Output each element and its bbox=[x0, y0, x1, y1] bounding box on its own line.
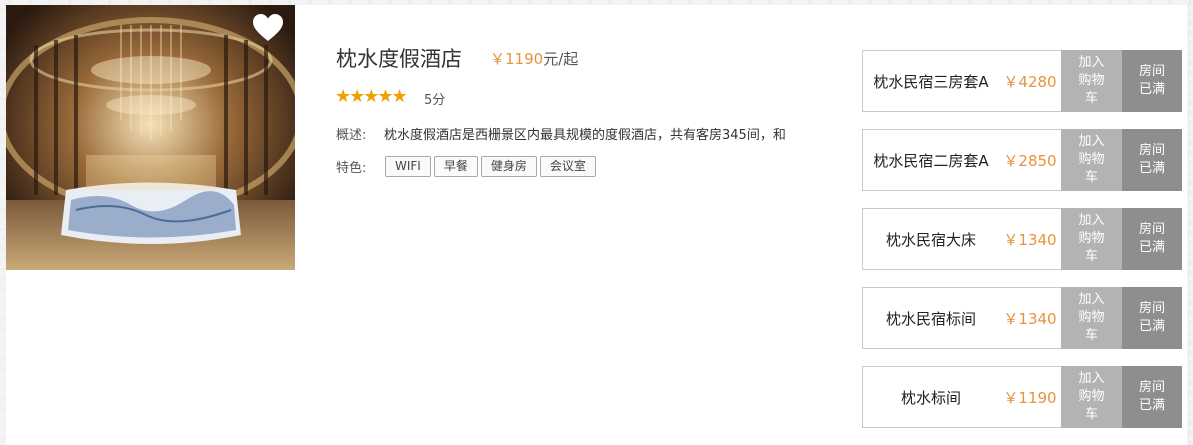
room-full-label: 房间已满 bbox=[1138, 64, 1165, 97]
room-name: 枕水标间 bbox=[900, 388, 961, 407]
add-to-cart-label: 加入购物车 bbox=[1078, 55, 1105, 106]
room-row: 枕水标间 ￥1190 加入购物车 房间已满 bbox=[862, 366, 1182, 428]
star-rating: ★★★★★ bbox=[335, 86, 408, 107]
room-price: ￥2850 bbox=[1003, 151, 1057, 170]
hotel-price: ￥1190元/起 bbox=[490, 48, 578, 69]
feature-tags: WIFI 早餐 健身房 会议室 bbox=[385, 156, 596, 177]
add-to-cart-label: 加入购物车 bbox=[1078, 292, 1105, 343]
feature-tag-wifi: WIFI bbox=[385, 156, 431, 177]
feature-tag-gym: 健身房 bbox=[480, 156, 537, 177]
hotel-photo[interactable] bbox=[6, 5, 295, 270]
hotel-price-unit: 元/起 bbox=[543, 50, 579, 68]
add-to-cart-button[interactable]: 加入购物车 bbox=[1061, 366, 1122, 428]
room-full-label: 房间已满 bbox=[1138, 301, 1165, 334]
room-full-badge: 房间已满 bbox=[1122, 129, 1182, 191]
add-to-cart-button[interactable]: 加入购物车 bbox=[1061, 287, 1122, 349]
description-label: 概述: bbox=[336, 128, 367, 143]
room-full-badge: 房间已满 bbox=[1122, 50, 1182, 112]
features-label: 特色: bbox=[336, 161, 367, 176]
hotel-card: 枕水度假酒店 ￥1190元/起 ★★★★★ 5分 概述: 枕水度假酒店是西栅景区… bbox=[6, 5, 1187, 445]
room-row: 枕水民宿二房套A ￥2850 加入购物车 房间已满 bbox=[862, 129, 1182, 191]
room-price: ￥1340 bbox=[1003, 230, 1057, 249]
hotel-lobby-image bbox=[6, 5, 295, 270]
add-to-cart-label: 加入购物车 bbox=[1078, 134, 1105, 185]
hotel-description: 枕水度假酒店是西栅景区内最具规模的度假酒店，共有客房345间，和 bbox=[384, 128, 786, 143]
add-to-cart-button[interactable]: 加入购物车 bbox=[1061, 208, 1122, 270]
rating-score: 5分 bbox=[424, 93, 446, 108]
room-name: 枕水民宿三房套A bbox=[873, 72, 989, 91]
heart-icon[interactable] bbox=[252, 13, 284, 43]
feature-tag-meeting-room: 会议室 bbox=[539, 156, 596, 177]
room-full-label: 房间已满 bbox=[1138, 143, 1165, 176]
room-row: 枕水民宿标间 ￥1340 加入购物车 房间已满 bbox=[862, 287, 1182, 349]
room-name: 枕水民宿二房套A bbox=[873, 151, 989, 170]
room-price: ￥1190 bbox=[1003, 388, 1057, 407]
hotel-price-value: ￥1190 bbox=[490, 50, 544, 68]
room-row: 枕水民宿三房套A ￥4280 加入购物车 房间已满 bbox=[862, 50, 1182, 112]
add-to-cart-button[interactable]: 加入购物车 bbox=[1061, 129, 1122, 191]
room-price: ￥1340 bbox=[1003, 309, 1057, 328]
room-name: 枕水民宿标间 bbox=[885, 309, 976, 328]
room-price: ￥4280 bbox=[1003, 72, 1057, 91]
room-row: 枕水民宿大床 ￥1340 加入购物车 房间已满 bbox=[862, 208, 1182, 270]
add-to-cart-label: 加入购物车 bbox=[1078, 213, 1105, 264]
room-full-badge: 房间已满 bbox=[1122, 208, 1182, 270]
room-full-label: 房间已满 bbox=[1138, 222, 1165, 255]
room-name: 枕水民宿大床 bbox=[885, 230, 976, 249]
add-to-cart-button[interactable]: 加入购物车 bbox=[1061, 50, 1122, 112]
hotel-name[interactable]: 枕水度假酒店 bbox=[336, 43, 462, 73]
room-full-badge: 房间已满 bbox=[1122, 287, 1182, 349]
add-to-cart-label: 加入购物车 bbox=[1078, 371, 1105, 422]
room-full-badge: 房间已满 bbox=[1122, 366, 1182, 428]
feature-tag-breakfast: 早餐 bbox=[433, 156, 478, 177]
room-full-label: 房间已满 bbox=[1138, 380, 1165, 413]
